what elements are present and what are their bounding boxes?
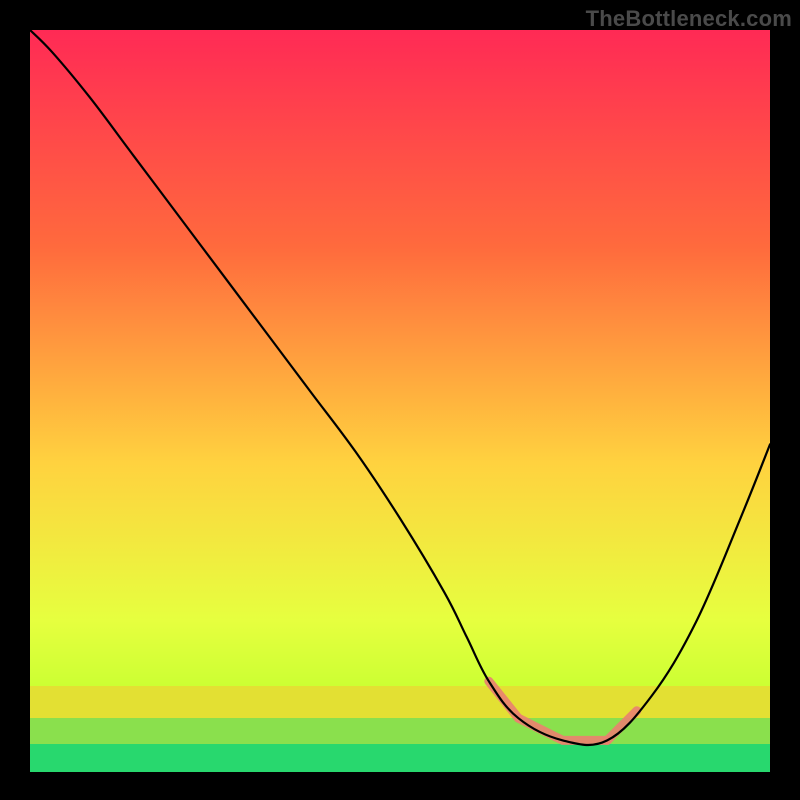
- plot-area: [30, 30, 770, 770]
- highlight-segment: [518, 718, 607, 740]
- chart-stage: TheBottleneck.com: [0, 0, 800, 800]
- bottleneck-curve: [30, 30, 770, 745]
- watermark-text: TheBottleneck.com: [586, 6, 792, 32]
- highlight-segment: [607, 711, 637, 741]
- curve-layer: [30, 30, 770, 770]
